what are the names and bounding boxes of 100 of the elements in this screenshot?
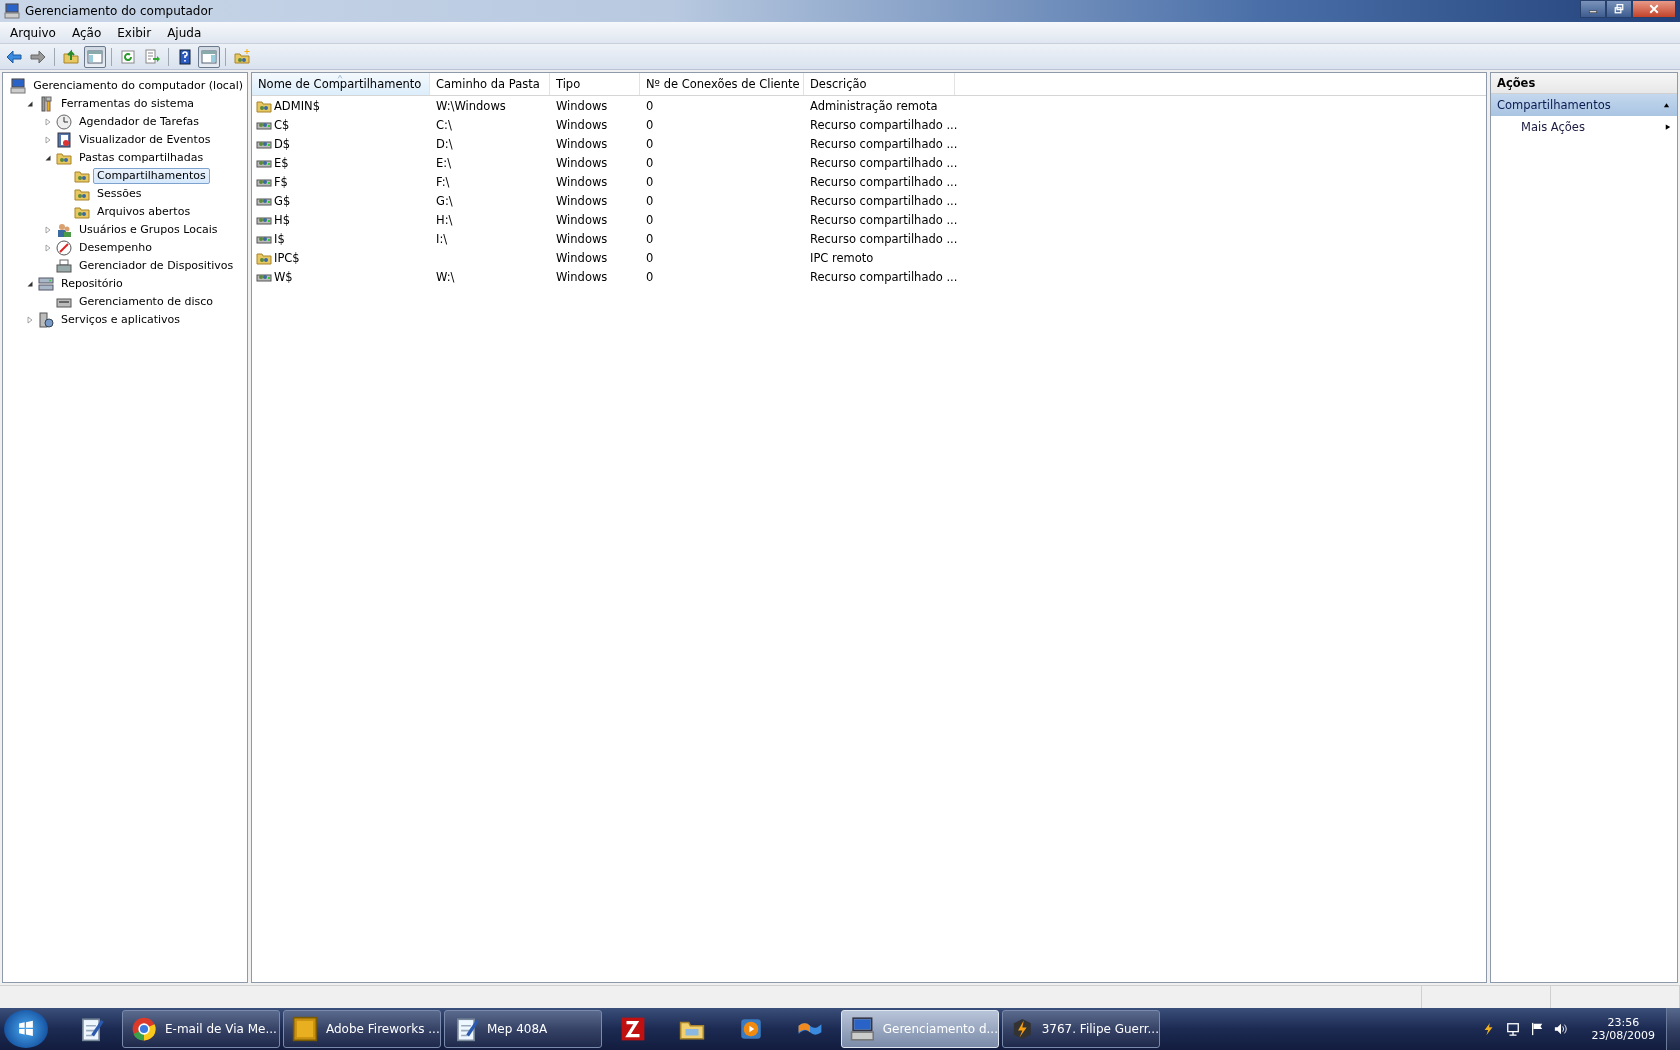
restore-icon xyxy=(1614,4,1624,14)
log-book-icon xyxy=(56,132,72,148)
shared-folder-icon xyxy=(56,150,72,166)
table-cell: F:\ xyxy=(436,174,450,189)
table-cell: Windows xyxy=(556,250,608,265)
table-cell: W:\Windows xyxy=(436,98,506,113)
table-cell: E:\ xyxy=(436,155,451,170)
menu-item[interactable]: Arquivo xyxy=(2,23,64,42)
table-cell: Recurso compartilhado ... xyxy=(810,117,958,132)
column-header[interactable]: Nome de Compartilhamento xyxy=(252,73,430,95)
tree-item[interactable]: Arquivos abertos xyxy=(93,204,195,220)
collapse-arrow-icon[interactable] xyxy=(26,280,34,288)
table-cell: D$ xyxy=(274,136,291,151)
computer-icon xyxy=(850,1016,875,1042)
table-cell: 0 xyxy=(646,136,654,151)
actions-section-header[interactable]: Compartilhamentos xyxy=(1491,94,1677,116)
tree-item[interactable]: Pastas compartilhadas xyxy=(75,150,208,166)
table-cell: IPC$ xyxy=(274,250,300,265)
menu-item[interactable]: Ação xyxy=(63,23,110,42)
table-cell: I:\ xyxy=(436,231,448,246)
actions-title: Ações xyxy=(1491,73,1677,94)
storage-icon xyxy=(38,276,54,292)
refresh-icon xyxy=(120,48,136,65)
show-desktop-button[interactable] xyxy=(1666,1008,1680,1050)
table-cell: D:\ xyxy=(436,136,453,151)
table-cell: Recurso compartilhado ... xyxy=(810,193,958,208)
tree-item[interactable]: Compartilhamentos xyxy=(93,168,210,184)
action-pane-button[interactable] xyxy=(198,45,220,68)
collapse-arrow-icon[interactable] xyxy=(44,154,52,162)
tree-item[interactable]: Desempenho xyxy=(75,240,156,256)
taskbar-button[interactable]: E-mail de Via Me... xyxy=(122,1010,280,1048)
taskbar-button[interactable]: 3767. Filipe Guerr... xyxy=(1002,1010,1160,1048)
shared-folder-icon xyxy=(74,204,90,220)
back-arrow-icon xyxy=(6,48,22,65)
computer-icon xyxy=(4,3,20,19)
app-square-icon xyxy=(292,1016,318,1042)
lightning-icon xyxy=(1011,1016,1034,1042)
table-cell: Windows xyxy=(556,212,608,227)
tree-item[interactable]: Visualizador de Eventos xyxy=(75,132,215,148)
table-cell: Windows xyxy=(556,269,608,284)
table-cell: ADMIN$ xyxy=(274,98,320,113)
menu-item[interactable]: Ajuda xyxy=(159,23,210,42)
table-cell: Windows xyxy=(556,117,608,132)
tree-item[interactable]: Gerenciamento de disco xyxy=(75,294,217,310)
action-pane-icon xyxy=(201,48,217,65)
browser-icon xyxy=(131,1016,157,1042)
computer-icon xyxy=(10,78,27,94)
table-cell: G$ xyxy=(274,193,291,208)
tree-item[interactable]: Sessões xyxy=(93,186,146,202)
table-cell: 0 xyxy=(646,174,654,189)
table-cell: W$ xyxy=(274,269,293,284)
play-icon xyxy=(738,1016,764,1042)
table-cell: Recurso compartilhado ... xyxy=(810,155,958,170)
table-cell: Recurso compartilhado ... xyxy=(810,174,958,189)
clock-date[interactable]: 23/08/2009 xyxy=(1591,1029,1655,1042)
table-cell: 0 xyxy=(646,212,654,227)
collapse-arrow-icon xyxy=(1662,102,1671,108)
collapse-arrow-icon[interactable] xyxy=(26,100,34,108)
table-cell: Recurso compartilhado ... xyxy=(810,136,958,151)
restore-button[interactable] xyxy=(1606,0,1632,18)
speaker-icon xyxy=(1553,1022,1568,1036)
table-cell: Recurso compartilhado ... xyxy=(810,269,958,284)
action-link[interactable]: Mais Ações xyxy=(1491,116,1677,138)
tree-item[interactable]: Serviços e aplicativos xyxy=(57,312,185,328)
tree-item[interactable]: Ferramentas do sistema xyxy=(57,96,199,112)
new-shared-folder-icon xyxy=(234,48,250,65)
tree-item[interactable]: Gerenciamento do computador (local) xyxy=(29,78,247,94)
table-cell: C:\ xyxy=(436,117,452,132)
folder-up-icon xyxy=(63,48,79,65)
start-button[interactable] xyxy=(4,1010,48,1048)
table-cell: 0 xyxy=(646,117,654,132)
tree-item[interactable]: Repositório xyxy=(57,276,127,292)
tree-pane-icon xyxy=(87,48,103,65)
table-cell: G:\ xyxy=(436,193,453,208)
tree-item[interactable]: Agendador de Tarefas xyxy=(75,114,203,130)
clock-time[interactable]: 23:56 xyxy=(1607,1016,1640,1029)
taskbar-button[interactable]: Mep 408A xyxy=(444,1010,602,1048)
tools-icon xyxy=(38,96,54,112)
table-cell: I$ xyxy=(274,231,285,246)
table-cell: 0 xyxy=(646,193,654,208)
table-cell: F$ xyxy=(274,174,288,189)
menu-item[interactable]: Exibir xyxy=(109,23,160,42)
tree-item[interactable]: Usuários e Grupos Locais xyxy=(75,222,222,238)
close-button[interactable] xyxy=(1632,0,1676,18)
table-cell: Windows xyxy=(556,98,608,113)
table-cell: W:\ xyxy=(436,269,455,284)
help-icon xyxy=(177,48,193,65)
table-cell: C$ xyxy=(274,117,290,132)
taskbar-button[interactable]: Adobe Fireworks ... xyxy=(283,1010,441,1048)
gauge-icon xyxy=(56,240,72,256)
shared-folder-icon xyxy=(74,186,90,202)
printer-icon xyxy=(56,258,72,274)
tree-item[interactable]: Gerenciador de Dispositivos xyxy=(75,258,238,274)
table-cell: H:\ xyxy=(436,212,453,227)
submenu-arrow-icon xyxy=(1665,122,1671,132)
table-cell: Windows xyxy=(556,136,608,151)
users-icon xyxy=(56,222,72,238)
export-list-icon xyxy=(144,48,160,65)
tree-pane-button[interactable] xyxy=(84,45,106,68)
flag-icon xyxy=(1529,1022,1544,1036)
